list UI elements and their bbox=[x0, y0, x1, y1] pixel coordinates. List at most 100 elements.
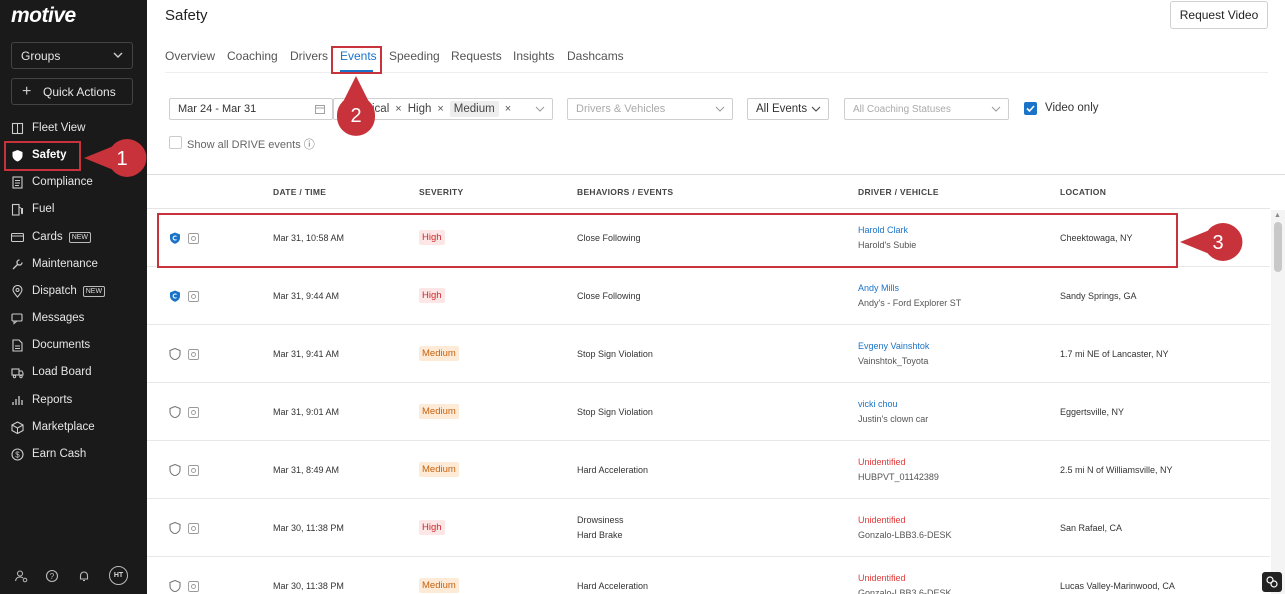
tab-drivers[interactable]: Drivers bbox=[290, 49, 328, 63]
event-location: Eggertsville, NY bbox=[1060, 407, 1125, 417]
sidebar-item-load-board[interactable]: Load Board bbox=[0, 361, 147, 383]
document-icon bbox=[12, 175, 23, 189]
tab-coaching[interactable]: Coaching bbox=[227, 49, 278, 63]
quick-actions-button[interactable]: + Quick Actions bbox=[11, 78, 133, 105]
sidebar-item-fuel[interactable]: Fuel bbox=[0, 198, 147, 220]
video-only-checkbox[interactable] bbox=[1024, 102, 1037, 115]
svg-text:1: 1 bbox=[116, 148, 127, 170]
request-video-button[interactable]: Request Video bbox=[1170, 1, 1268, 29]
help-icon[interactable]: ? bbox=[45, 569, 59, 583]
camera-icon[interactable] bbox=[188, 407, 199, 418]
book-icon bbox=[11, 122, 24, 134]
table-row[interactable]: Mar 31, 8:49 AM Medium Hard Acceleration Un… bbox=[147, 441, 1270, 499]
show-drive-events-label: Show all DRIVE events ⓘ bbox=[187, 139, 315, 151]
column-header-severity[interactable]: SEVERITY bbox=[419, 187, 463, 197]
shield-outline-icon[interactable] bbox=[169, 348, 181, 360]
camera-icon[interactable] bbox=[188, 349, 199, 360]
behavior-label: Stop Sign Violation bbox=[577, 407, 653, 417]
sidebar-item-marketplace[interactable]: Marketplace bbox=[0, 416, 147, 438]
sidebar-item-messages[interactable]: Messages bbox=[0, 307, 147, 329]
sidebar-item-fleet-view[interactable]: Fleet View bbox=[0, 117, 147, 139]
new-badge: NEW bbox=[68, 231, 92, 243]
remove-chip-icon[interactable]: × bbox=[437, 103, 443, 115]
table-row[interactable]: Mar 30, 11:38 PM Medium Hard Acceleration U… bbox=[147, 557, 1270, 594]
quick-actions-label: Quick Actions bbox=[43, 84, 116, 99]
plus-icon: + bbox=[22, 83, 32, 100]
behavior-label: Hard Acceleration bbox=[577, 465, 649, 475]
avatar[interactable]: HT bbox=[109, 566, 128, 585]
shield-outline-icon[interactable] bbox=[169, 406, 181, 418]
user-settings-icon[interactable] bbox=[14, 569, 28, 583]
event-location: 2.5 mi N of Williamsville, NY bbox=[1060, 465, 1173, 475]
tab-speeding[interactable]: Speeding bbox=[389, 49, 440, 63]
svg-text:2: 2 bbox=[350, 105, 361, 127]
driver-link[interactable]: Unidentified bbox=[858, 573, 906, 583]
date-range-picker[interactable]: Mar 24 - Mar 31 bbox=[169, 98, 333, 120]
sidebar-item-maintenance[interactable]: Maintenance bbox=[0, 253, 147, 275]
chevron-down-icon bbox=[991, 106, 1001, 112]
tab-requests[interactable]: Requests bbox=[451, 49, 502, 63]
severity-chip-medium[interactable]: Medium × bbox=[449, 101, 511, 117]
driver-link[interactable]: Andy Mills bbox=[858, 283, 899, 293]
severity-badge: High bbox=[419, 288, 445, 303]
table-row[interactable]: Mar 31, 9:01 AM Medium Stop Sign Violation… bbox=[147, 383, 1270, 441]
events-type-value: All Events bbox=[756, 103, 808, 115]
column-header-driver[interactable]: DRIVER / VEHICLE bbox=[858, 187, 939, 197]
column-header-behaviors[interactable]: BEHAVIORS / EVENTS bbox=[577, 187, 673, 197]
sidebar-item-reports[interactable]: Reports bbox=[0, 389, 147, 411]
event-datetime: Mar 31, 8:49 AM bbox=[273, 465, 340, 475]
driver-link[interactable]: vicki chou bbox=[858, 399, 898, 409]
scroll-up-icon[interactable]: ▲ bbox=[1274, 212, 1281, 219]
behavior-label: Hard Brake bbox=[577, 530, 623, 540]
column-header-datetime[interactable]: DATE / TIME bbox=[273, 187, 326, 197]
camera-icon[interactable] bbox=[188, 291, 199, 302]
sidebar-item-dispatch[interactable]: Dispatch NEW bbox=[0, 280, 147, 302]
remove-chip-icon[interactable]: × bbox=[395, 103, 401, 115]
tab-insights[interactable]: Insights bbox=[513, 49, 554, 63]
table-row[interactable]: Mar 31, 9:41 AM Medium Stop Sign Violation… bbox=[147, 325, 1270, 383]
driver-link[interactable]: Evgeny Vainshtok bbox=[858, 341, 929, 351]
tab-dashcams[interactable]: Dashcams bbox=[567, 49, 624, 63]
shield-outline-icon[interactable] bbox=[169, 522, 181, 534]
severity-chip-high[interactable]: High × bbox=[408, 103, 444, 115]
severity-badge: Medium bbox=[419, 346, 459, 361]
camera-icon[interactable] bbox=[188, 465, 199, 476]
motive-logo[interactable]: motive bbox=[11, 4, 76, 28]
groups-dropdown[interactable]: Groups bbox=[11, 42, 133, 69]
remove-chip-icon[interactable]: × bbox=[505, 103, 511, 115]
events-type-filter[interactable]: All Events bbox=[747, 98, 829, 120]
table-scrollbar[interactable]: ▲ bbox=[1271, 210, 1285, 594]
bell-icon[interactable] bbox=[77, 569, 91, 583]
calendar-icon bbox=[315, 105, 325, 114]
column-header-location[interactable]: LOCATION bbox=[1060, 187, 1106, 197]
wrench-icon bbox=[12, 258, 23, 269]
chevron-down-icon bbox=[811, 106, 821, 112]
message-icon bbox=[11, 312, 23, 325]
coaching-status-filter[interactable]: All Coaching Statuses bbox=[844, 98, 1009, 120]
sidebar-item-label: Load Board bbox=[32, 366, 92, 378]
floating-help-button[interactable] bbox=[1262, 572, 1282, 592]
camera-icon[interactable] bbox=[188, 523, 199, 534]
show-drive-events-checkbox[interactable] bbox=[169, 136, 182, 149]
shield-outline-icon[interactable] bbox=[169, 464, 181, 476]
drivers-vehicles-filter[interactable]: Drivers & Vehicles bbox=[567, 98, 733, 120]
severity-badge: Medium bbox=[419, 404, 459, 419]
coached-shield-icon[interactable] bbox=[169, 290, 181, 302]
tab-overview[interactable]: Overview bbox=[165, 49, 215, 63]
driver-link[interactable]: Unidentified bbox=[858, 515, 906, 525]
table-row[interactable]: Mar 30, 11:38 PM High Drowsiness Hard Brake… bbox=[147, 499, 1270, 557]
sidebar-item-documents[interactable]: Documents bbox=[0, 334, 147, 356]
camera-icon[interactable] bbox=[188, 581, 199, 592]
behavior-label: Stop Sign Violation bbox=[577, 349, 653, 359]
sidebar-item-earn-cash[interactable]: $ Earn Cash bbox=[0, 443, 147, 465]
event-location: 1.7 mi NE of Lancaster, NY bbox=[1060, 349, 1169, 359]
table-row[interactable]: Mar 31, 9:44 AM High Close Following Andy M… bbox=[147, 267, 1270, 325]
cube-icon bbox=[11, 420, 24, 434]
shield-outline-icon[interactable] bbox=[169, 580, 181, 592]
checkmark-icon bbox=[1026, 105, 1035, 113]
vehicle-name: Justin's clown car bbox=[858, 414, 929, 424]
sidebar: motive Groups + Quick Actions Fleet View… bbox=[0, 0, 147, 594]
scrollbar-thumb[interactable] bbox=[1274, 222, 1282, 272]
driver-link[interactable]: Unidentified bbox=[858, 457, 906, 467]
sidebar-item-cards[interactable]: Cards NEW bbox=[0, 226, 147, 248]
